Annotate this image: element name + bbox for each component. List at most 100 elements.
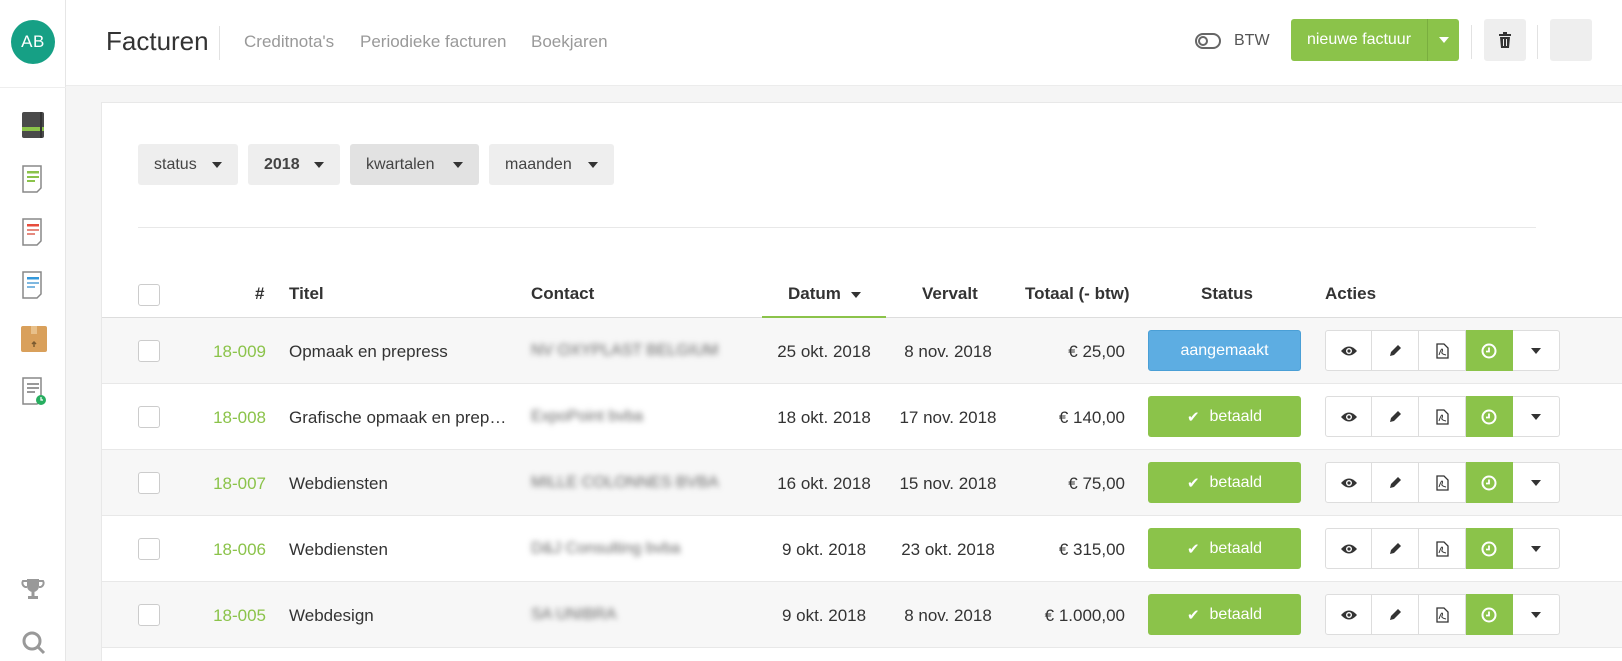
year-filter[interactable]: 2018 [248, 144, 340, 185]
months-filter[interactable]: maanden [489, 144, 614, 185]
history-button[interactable] [1466, 528, 1513, 569]
trophy-icon[interactable] [19, 576, 47, 606]
new-invoice-button[interactable]: nieuwe factuur [1291, 19, 1427, 61]
column-header-status[interactable]: Status [1201, 284, 1253, 304]
column-header-acties: Acties [1325, 284, 1377, 303]
invoice-contact[interactable]: MILLE COLONNES BVBA [531, 474, 719, 492]
invoice-title[interactable]: Webdiensten [289, 540, 511, 560]
invoice-total: € 75,00 [1068, 474, 1125, 493]
status-label: betaald [1209, 539, 1263, 557]
eye-icon [1340, 478, 1357, 487]
invoice-number-link[interactable]: 18-007 [213, 474, 266, 494]
pdf-button[interactable] [1419, 528, 1466, 569]
history-button[interactable] [1466, 396, 1513, 437]
invoice-title[interactable]: Grafische opmaak en prep… [289, 408, 511, 428]
status-filter[interactable]: status [138, 144, 238, 185]
status-badge[interactable]: aangemaakt [1148, 330, 1301, 371]
pdf-button[interactable] [1419, 396, 1466, 437]
history-button[interactable] [1466, 462, 1513, 503]
nav-boekjaren[interactable]: Boekjaren [531, 32, 608, 52]
top-header: Facturen Creditnota's Periodieke facture… [66, 0, 1622, 86]
pencil-icon [1390, 542, 1401, 554]
btw-toggle[interactable] [1195, 33, 1221, 49]
status-badge[interactable]: ✔ betaald [1148, 594, 1301, 635]
more-actions-dropdown[interactable] [1513, 594, 1560, 635]
more-actions-dropdown[interactable] [1513, 528, 1560, 569]
view-button[interactable] [1325, 594, 1372, 635]
invoice-contact[interactable]: SA UNIBRA [531, 606, 616, 624]
year-filter-label: 2018 [264, 155, 300, 173]
invoice-contact[interactable]: D&J Consulting bvba [531, 540, 680, 558]
invoice-title[interactable]: Webdesign [289, 606, 511, 626]
view-button[interactable] [1325, 330, 1372, 371]
new-invoice-dropdown-button[interactable] [1427, 19, 1459, 61]
settings-button[interactable] [1550, 19, 1592, 61]
status-badge[interactable]: ✔ betaald [1148, 462, 1301, 503]
status-label: betaald [1209, 407, 1263, 425]
table-row: 18-005 Webdesign SA UNIBRA 9 okt. 2018 8… [102, 582, 1622, 648]
more-actions-dropdown[interactable] [1513, 330, 1560, 371]
avatar[interactable]: AB [11, 20, 55, 64]
status-badge[interactable]: ✔ betaald [1148, 528, 1301, 569]
chevron-down-icon [1531, 545, 1541, 552]
invoice-title[interactable]: Webdiensten [289, 474, 511, 494]
column-header-datum[interactable]: Datum [788, 284, 841, 304]
nav-creditnotas[interactable]: Creditnota's [244, 32, 334, 52]
invoice-title[interactable]: Opmaak en prepress [289, 342, 511, 362]
box-icon[interactable] [19, 323, 47, 353]
quote-icon[interactable] [19, 270, 47, 300]
row-checkbox[interactable] [138, 406, 160, 428]
column-header-vervalt[interactable]: Vervalt [922, 284, 978, 304]
pdf-button[interactable] [1419, 594, 1466, 635]
row-checkbox[interactable] [138, 340, 160, 362]
history-button[interactable] [1466, 594, 1513, 635]
sidebar-divider [0, 87, 66, 88]
header-divider [1471, 25, 1472, 59]
invoice-number-link[interactable]: 18-005 [213, 606, 266, 626]
view-button[interactable] [1325, 396, 1372, 437]
more-actions-dropdown[interactable] [1513, 462, 1560, 503]
row-checkbox[interactable] [138, 538, 160, 560]
recurring-invoice-icon[interactable] [19, 376, 47, 406]
chevron-down-icon [1531, 611, 1541, 618]
search-icon[interactable] [19, 628, 47, 658]
edit-button[interactable] [1372, 594, 1419, 635]
status-badge[interactable]: ✔ betaald [1148, 396, 1301, 437]
invoices-card: status 2018 kwartalen maanden # Titel Co… [101, 102, 1622, 661]
view-button[interactable] [1325, 528, 1372, 569]
column-header-totaal[interactable]: Totaal (- btw) [1025, 284, 1130, 304]
edit-button[interactable] [1372, 330, 1419, 371]
check-icon: ✔ [1186, 474, 1200, 492]
row-actions [1325, 330, 1560, 371]
select-all-checkbox[interactable] [138, 284, 160, 306]
column-header-titel[interactable]: Titel [289, 284, 324, 304]
view-button[interactable] [1325, 462, 1372, 503]
nav-periodieke-facturen[interactable]: Periodieke facturen [360, 32, 506, 52]
row-checkbox[interactable] [138, 604, 160, 626]
delete-button[interactable] [1484, 19, 1526, 61]
invoice-number-link[interactable]: 18-009 [213, 342, 266, 362]
chevron-down-icon [1438, 37, 1449, 43]
status-label: aangemaakt [1180, 341, 1269, 359]
ledger-icon[interactable] [19, 110, 47, 140]
invoice-number-link[interactable]: 18-008 [213, 408, 266, 428]
column-header-contact[interactable]: Contact [531, 284, 594, 304]
invoice-icon[interactable] [19, 164, 47, 194]
edit-button[interactable] [1372, 396, 1419, 437]
pdf-button[interactable] [1419, 462, 1466, 503]
credit-note-icon[interactable] [19, 217, 47, 247]
invoice-contact[interactable]: ExpoPoint bvba [531, 408, 643, 426]
pdf-icon [1435, 408, 1449, 425]
pdf-button[interactable] [1419, 330, 1466, 371]
trash-icon [1499, 32, 1511, 48]
more-actions-dropdown[interactable] [1513, 396, 1560, 437]
invoice-contact[interactable]: NV OXYPLAST BELGIUM [531, 342, 718, 360]
chevron-down-icon [212, 162, 222, 168]
invoice-number-link[interactable]: 18-006 [213, 540, 266, 560]
clock-icon [1481, 607, 1497, 622]
edit-button[interactable] [1372, 462, 1419, 503]
history-button[interactable] [1466, 330, 1513, 371]
row-checkbox[interactable] [138, 472, 160, 494]
edit-button[interactable] [1372, 528, 1419, 569]
quarters-filter[interactable]: kwartalen [350, 144, 479, 185]
